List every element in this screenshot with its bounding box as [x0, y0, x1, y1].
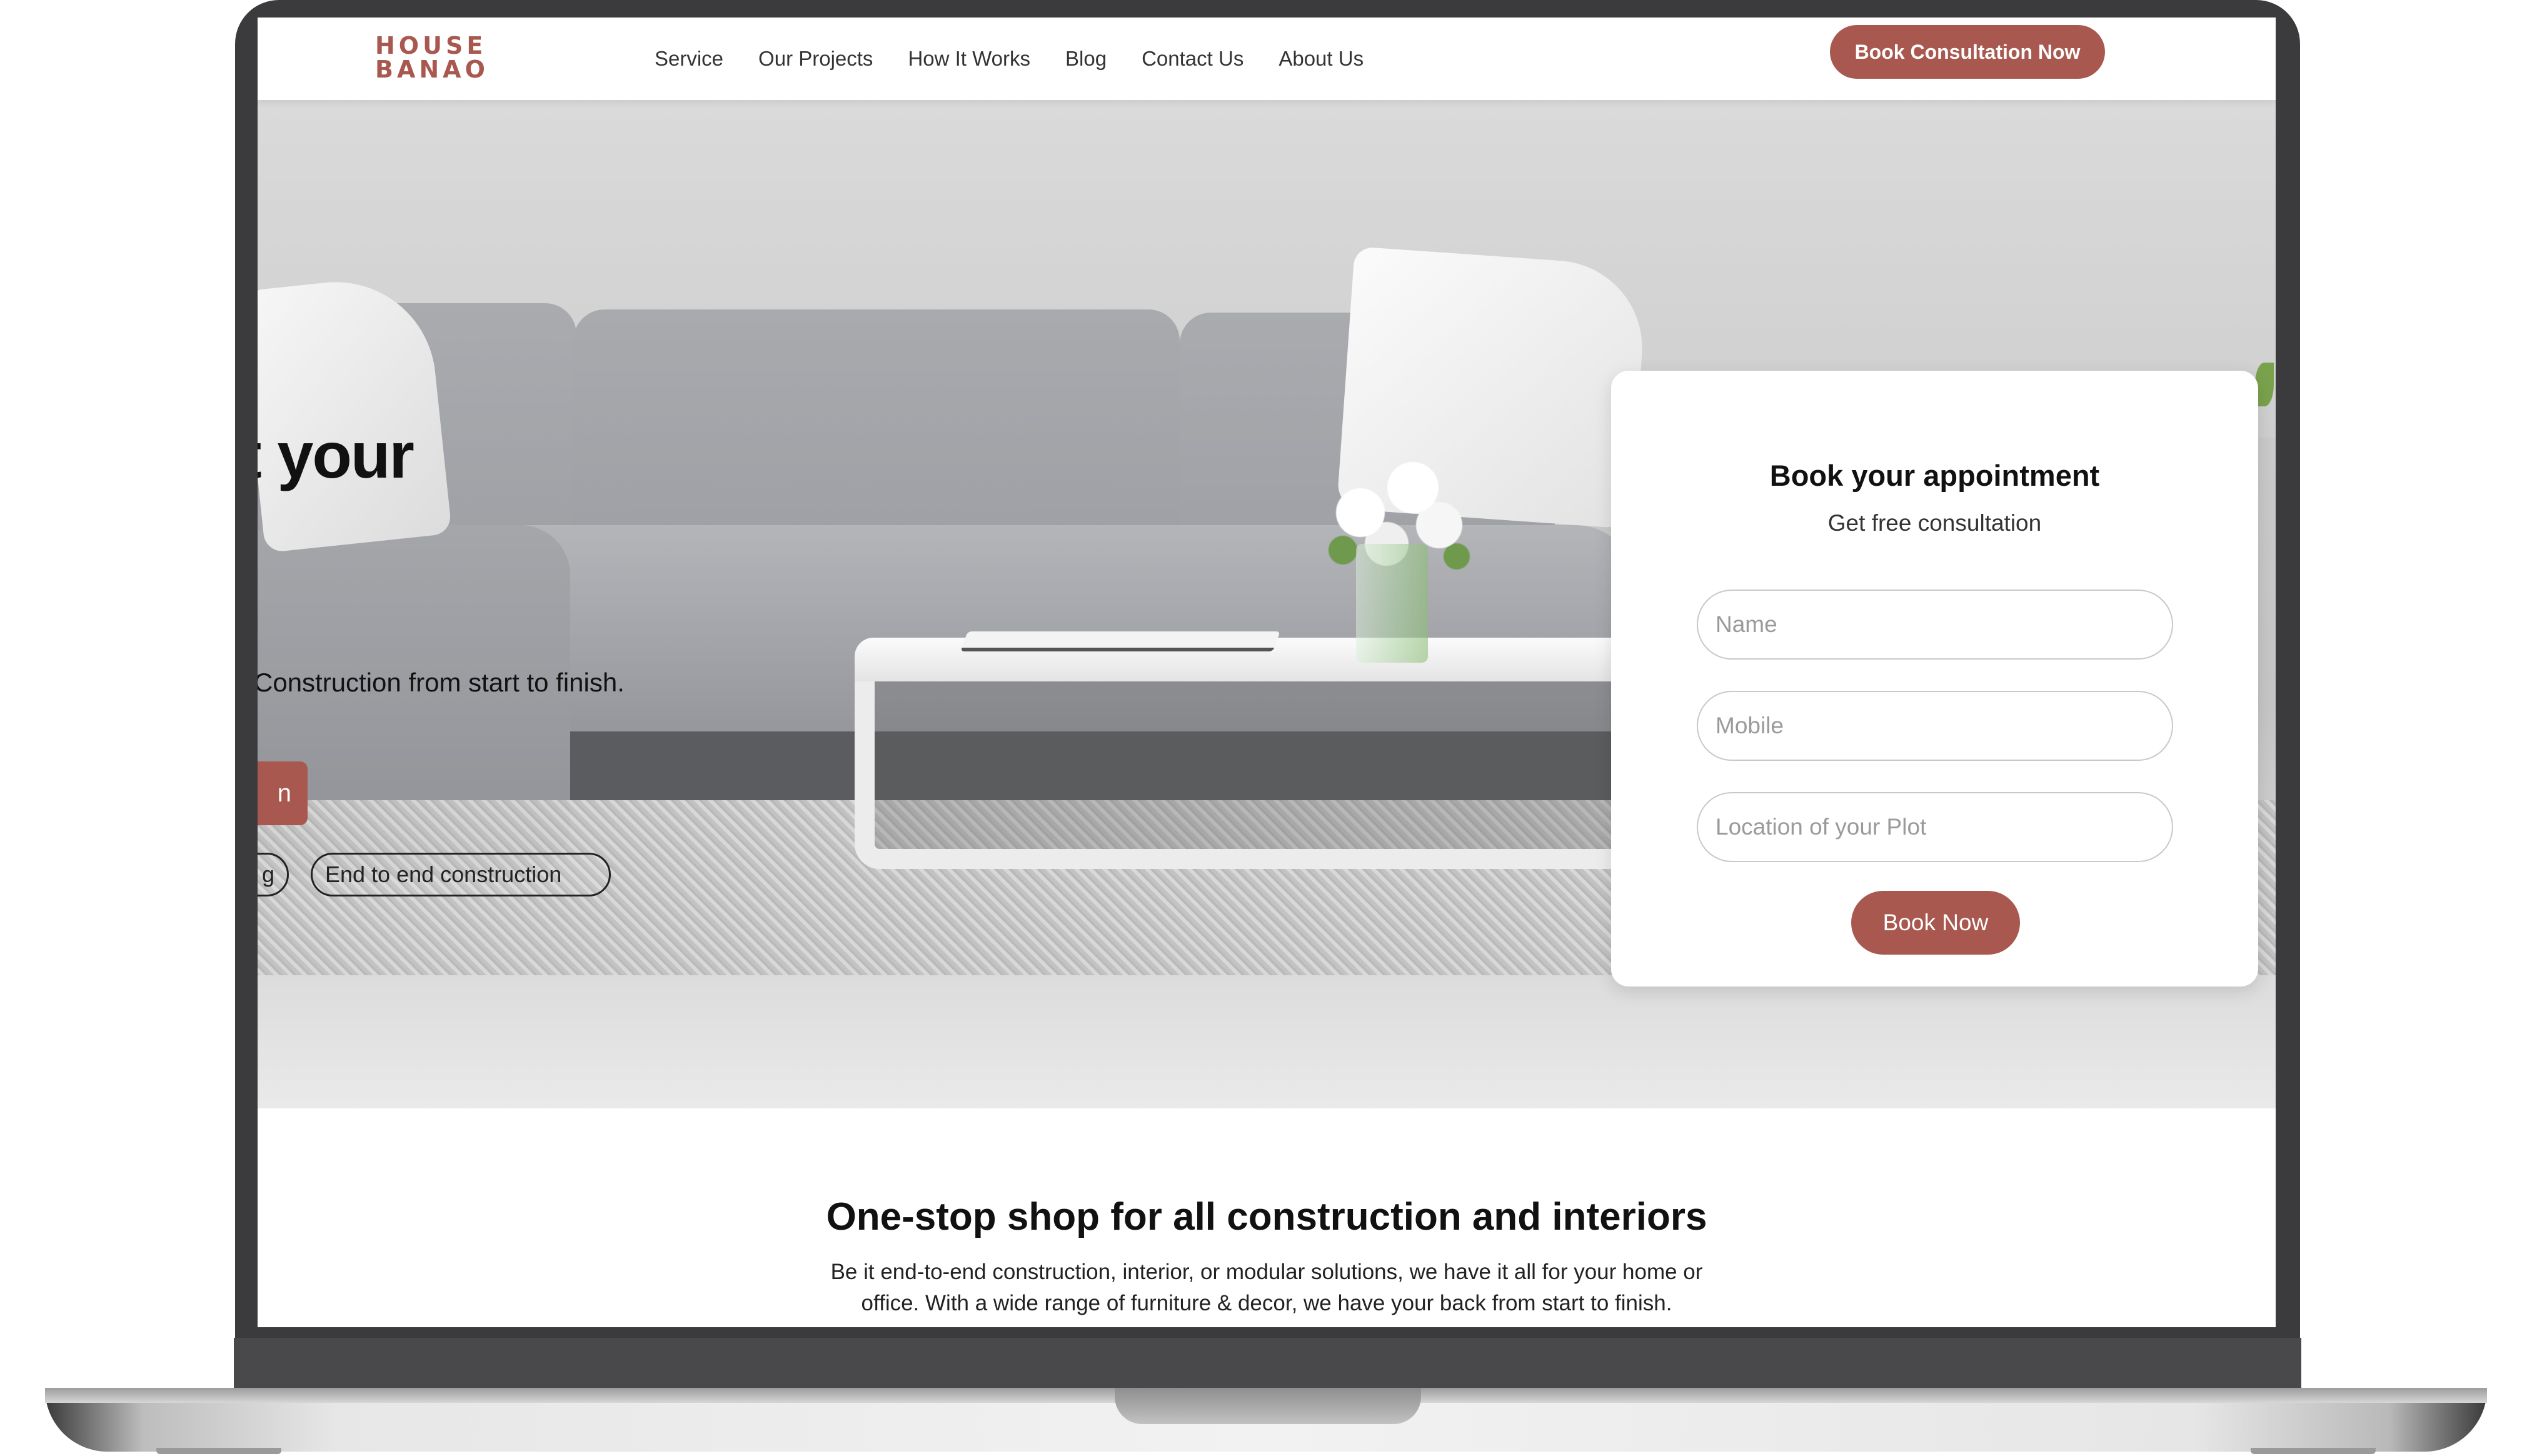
laptop-foot-left [156, 1448, 281, 1454]
plot-location-input[interactable] [1697, 792, 2173, 862]
nav-link-how-it-works[interactable]: How It Works [908, 47, 1030, 71]
main-nav: Service Our Projects How It Works Blog C… [655, 18, 1364, 100]
hero-section: t your Construction from start to finish… [258, 100, 2276, 1108]
coffee-table-frame [855, 681, 1642, 869]
section-description: Be it end-to-end construction, interior,… [830, 1260, 1703, 1315]
laptop-notch [1115, 1388, 1421, 1424]
name-input[interactable] [1697, 590, 2173, 660]
glass-vase [1356, 544, 1428, 663]
booking-subtitle: Get free consultation [1827, 510, 2042, 536]
floor [258, 975, 2276, 1108]
hero-subtitle: Construction from start to finish. [258, 668, 625, 697]
section-title: One-stop shop for all construction and i… [826, 1195, 1707, 1238]
logo-line-1: HOUSE [375, 32, 487, 59]
open-book [960, 631, 1280, 651]
book-consultation-button[interactable]: Book Consultation Now [1830, 25, 2105, 79]
nav-link-service[interactable]: Service [655, 47, 723, 71]
nav-link-about-us[interactable]: About Us [1279, 47, 1364, 71]
booking-title: Book your appointment [1769, 459, 2100, 492]
mobile-input[interactable] [1697, 691, 2173, 761]
booking-card: Book your appointment Get free consultat… [1611, 371, 2258, 987]
book-now-button[interactable]: Book Now [1851, 891, 2020, 955]
nav-link-our-projects[interactable]: Our Projects [758, 47, 873, 71]
nav-link-blog[interactable]: Blog [1065, 47, 1107, 71]
nav-link-contact-us[interactable]: Contact Us [1142, 47, 1243, 71]
hero-heading: t your [258, 419, 414, 492]
laptop-foot-right [2251, 1448, 2376, 1454]
hero-cta-button[interactable]: n [258, 761, 308, 825]
hero-tag-pill-end-to-end[interactable]: End to end construction [311, 853, 611, 896]
browser-screen: HOUSE BANAO Service Our Projects How It … [258, 18, 2276, 1327]
navbar: HOUSE BANAO Service Our Projects How It … [258, 18, 2276, 100]
brand-logo[interactable]: HOUSE BANAO [375, 34, 494, 84]
logo-line-2: BANAO [375, 56, 489, 83]
